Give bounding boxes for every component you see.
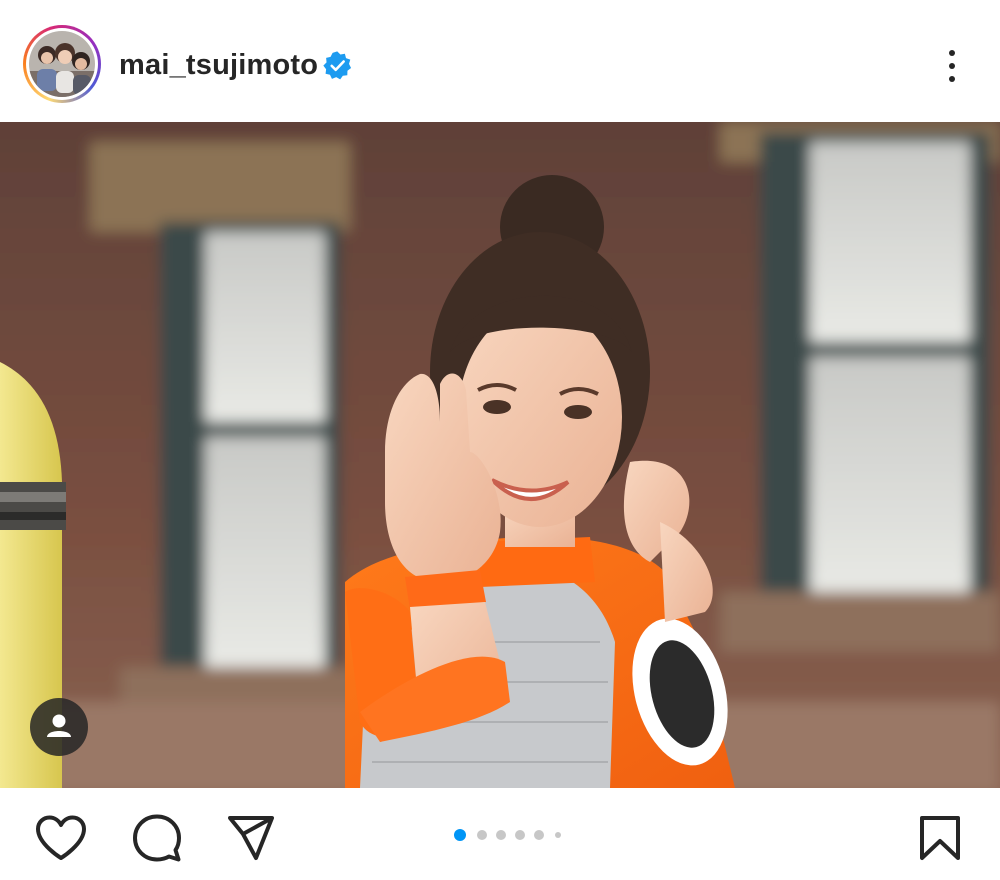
carousel-dot	[555, 832, 561, 838]
username[interactable]: mai_tsujimoto	[119, 48, 318, 82]
verified-badge-icon	[323, 51, 352, 80]
carousel-dot	[496, 830, 506, 840]
avatar[interactable]	[23, 25, 101, 103]
user-tag-button[interactable]	[30, 698, 88, 756]
photo-image	[0, 122, 1000, 788]
post-header: mai_tsujimoto	[0, 0, 1000, 122]
carousel-dot	[477, 830, 487, 840]
action-bar	[0, 788, 1000, 880]
more-options-button[interactable]	[935, 44, 969, 88]
send-icon[interactable]	[226, 814, 276, 862]
more-options-dot	[949, 63, 955, 69]
more-options-dot	[949, 76, 955, 82]
post-photo[interactable]	[0, 122, 1000, 788]
heart-icon[interactable]	[34, 814, 88, 862]
carousel-dot-active	[454, 829, 466, 841]
bookmark-icon[interactable]	[918, 814, 962, 862]
user-tag-icon	[47, 714, 71, 737]
carousel-indicator	[454, 828, 564, 844]
more-options-icon	[949, 50, 955, 56]
avatar-image	[29, 31, 95, 97]
carousel-dot	[515, 830, 525, 840]
comment-icon[interactable]	[131, 812, 183, 864]
carousel-dot	[534, 830, 544, 840]
